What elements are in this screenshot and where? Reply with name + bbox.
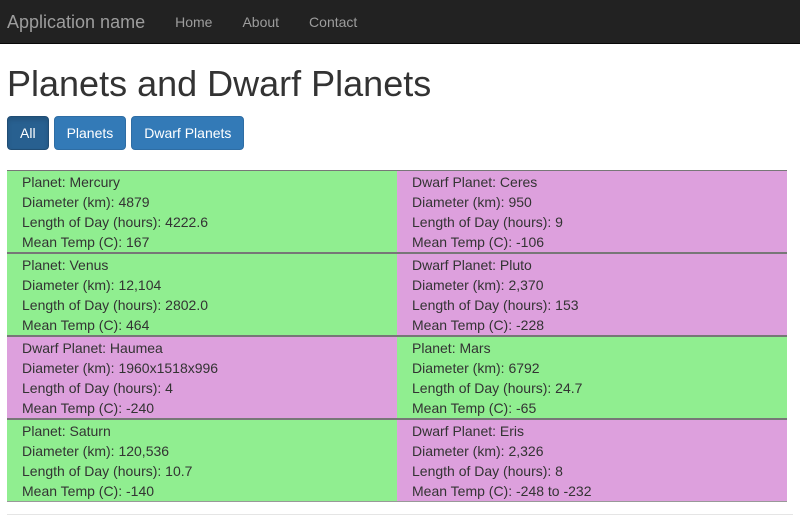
filter-all-button[interactable]: All [7, 116, 49, 150]
body-diameter: Diameter (km): 2,370 [412, 277, 544, 293]
body-card-mars: Planet: Mars Diameter (km): 6792 Length … [397, 337, 787, 418]
nav-link-about[interactable]: About [227, 0, 294, 44]
grid-row: Planet: Mercury Diameter (km): 4879 Leng… [7, 171, 787, 254]
body-day-length: Length of Day (hours): 4222.6 [22, 214, 209, 230]
filter-button-group: All Planets Dwarf Planets [7, 116, 793, 150]
body-card-saturn: Planet: Saturn Diameter (km): 120,536 Le… [7, 420, 397, 501]
body-name: Dwarf Planet: Eris [412, 423, 525, 439]
body-name: Dwarf Planet: Pluto [412, 257, 532, 273]
filter-planets-button[interactable]: Planets [53, 116, 127, 150]
body-day-length: Length of Day (hours): 153 [412, 297, 579, 313]
navbar: Application name Home About Contact [0, 0, 800, 44]
body-day-length: Length of Day (hours): 10.7 [22, 463, 193, 479]
body-diameter: Diameter (km): 950 [412, 194, 532, 210]
body-diameter: Diameter (km): 2,326 [412, 443, 544, 459]
grid-row: Dwarf Planet: Haumea Diameter (km): 1960… [7, 337, 787, 420]
body-mean-temp: Mean Temp (C): 464 [22, 317, 150, 333]
body-name: Dwarf Planet: Ceres [412, 174, 538, 190]
body-name: Planet: Venus [22, 257, 109, 273]
body-day-length: Length of Day (hours): 2802.0 [22, 297, 209, 313]
body-diameter: Diameter (km): 12,104 [22, 277, 162, 293]
body-diameter: Diameter (km): 6792 [412, 360, 540, 376]
body-day-length: Length of Day (hours): 24.7 [412, 380, 583, 396]
grid-row: Planet: Venus Diameter (km): 12,104 Leng… [7, 254, 787, 337]
body-card-venus: Planet: Venus Diameter (km): 12,104 Leng… [7, 254, 397, 335]
body-name: Planet: Mercury [22, 174, 121, 190]
body-card-pluto: Dwarf Planet: Pluto Diameter (km): 2,370… [397, 254, 787, 335]
nav-link-home[interactable]: Home [160, 0, 227, 44]
filter-dwarf-planets-button[interactable]: Dwarf Planets [131, 116, 245, 150]
body-mean-temp: Mean Temp (C): 167 [22, 234, 150, 250]
body-day-length: Length of Day (hours): 4 [22, 380, 173, 396]
body-diameter: Diameter (km): 1960x1518x996 [22, 360, 219, 376]
bodies-grid: Planet: Mercury Diameter (km): 4879 Leng… [7, 170, 787, 502]
body-mean-temp: Mean Temp (C): -248 to -232 [412, 483, 592, 499]
body-diameter: Diameter (km): 120,536 [22, 443, 170, 459]
nav-link-contact[interactable]: Contact [294, 0, 372, 44]
body-mean-temp: Mean Temp (C): -65 [412, 400, 537, 416]
brand-link[interactable]: Application name [0, 0, 160, 44]
body-card-haumea: Dwarf Planet: Haumea Diameter (km): 1960… [7, 337, 397, 418]
body-name: Planet: Saturn [22, 423, 111, 439]
body-card-mercury: Planet: Mercury Diameter (km): 4879 Leng… [7, 171, 397, 252]
body-mean-temp: Mean Temp (C): -240 [22, 400, 155, 416]
body-name: Planet: Mars [412, 340, 491, 356]
body-mean-temp: Mean Temp (C): -228 [412, 317, 545, 333]
body-day-length: Length of Day (hours): 9 [412, 214, 563, 230]
grid-row: Planet: Saturn Diameter (km): 120,536 Le… [7, 420, 787, 502]
body-diameter: Diameter (km): 4879 [22, 194, 150, 210]
body-mean-temp: Mean Temp (C): -106 [412, 234, 545, 250]
body-card-eris: Dwarf Planet: Eris Diameter (km): 2,326 … [397, 420, 787, 501]
main-content: Planets and Dwarf Planets All Planets Dw… [0, 44, 800, 502]
body-mean-temp: Mean Temp (C): -140 [22, 483, 155, 499]
page-title: Planets and Dwarf Planets [7, 63, 432, 104]
footer-divider [7, 514, 793, 515]
body-card-ceres: Dwarf Planet: Ceres Diameter (km): 950 L… [397, 171, 787, 252]
body-day-length: Length of Day (hours): 8 [412, 463, 563, 479]
body-name: Dwarf Planet: Haumea [22, 340, 163, 356]
